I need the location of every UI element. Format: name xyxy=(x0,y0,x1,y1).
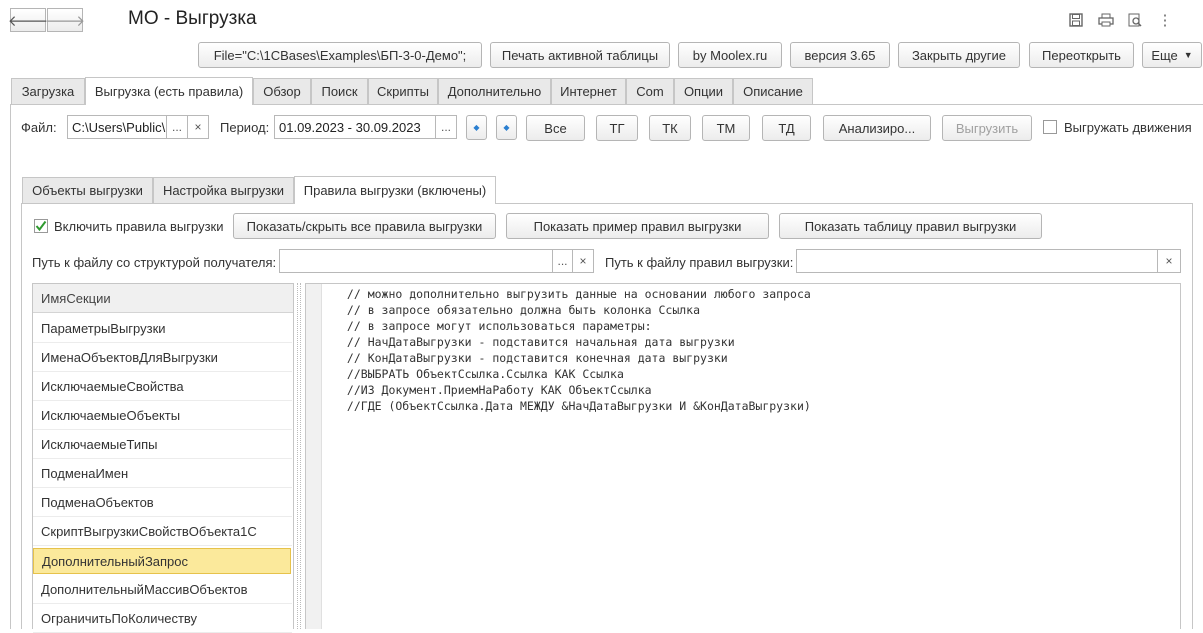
editor-gutter xyxy=(306,284,322,629)
save-icon[interactable] xyxy=(1065,10,1087,30)
analyze-button[interactable]: Анализиро... xyxy=(823,115,931,141)
show-hide-all-rules-button[interactable]: Показать/скрыть все правила выгрузки xyxy=(233,213,496,239)
subtab-objects[interactable]: Объекты выгрузки xyxy=(22,177,153,203)
file-clear-button[interactable]: × xyxy=(187,115,209,139)
close-others-button[interactable]: Закрыть другие xyxy=(898,42,1020,68)
period-select-button[interactable]: ... xyxy=(435,115,457,139)
list-item[interactable]: ИсключаемыеОбъекты xyxy=(33,402,292,430)
show-example-rules-button[interactable]: Показать пример правил выгрузки xyxy=(506,213,769,239)
export-movements-label: Выгружать движения xyxy=(1064,120,1192,135)
forward-button[interactable]: 🡒 xyxy=(44,8,86,32)
back-button[interactable]: 🡐 xyxy=(7,8,49,32)
period-next-button[interactable]: ◆ xyxy=(496,115,517,140)
tab-poisk[interactable]: Поиск xyxy=(311,78,368,104)
file-input[interactable]: C:\Users\Public\ xyxy=(67,115,167,139)
print-active-table-button[interactable]: Печать активной таблицы xyxy=(490,42,670,68)
splitter-handle[interactable] xyxy=(297,283,301,629)
rules-path-label: Путь к файлу правил выгрузки: xyxy=(605,255,794,270)
list-item[interactable]: ПодменаИмен xyxy=(33,460,292,488)
rules-path-input[interactable] xyxy=(796,249,1158,273)
receiver-path-input[interactable] xyxy=(279,249,553,273)
list-item[interactable]: ПодменаОбъектов xyxy=(33,489,292,517)
section-list-header[interactable]: ИмяСекции xyxy=(33,284,293,313)
file-select-button[interactable]: ... xyxy=(166,115,188,139)
file-path-button[interactable]: File="C:\1CBases\Examples\БП-3-0-Демо"; xyxy=(198,42,482,68)
dot-icon: ◆ xyxy=(503,123,510,132)
arrow-right-icon: 🡒 xyxy=(44,12,86,30)
subtab-rules[interactable]: Правила выгрузки (включены) xyxy=(294,176,496,204)
preview-icon[interactable] xyxy=(1124,10,1146,30)
enable-rules-checkbox[interactable] xyxy=(34,219,48,233)
print-icon[interactable] xyxy=(1095,10,1117,30)
more-label: Еще xyxy=(1151,47,1178,63)
enable-rules-label: Включить правила выгрузки xyxy=(54,219,224,234)
tab-com[interactable]: Com xyxy=(626,78,674,104)
period-input[interactable]: 01.09.2023 - 30.09.2023 xyxy=(274,115,436,139)
subtab-settings[interactable]: Настройка выгрузки xyxy=(153,177,294,203)
receiver-path-select-button[interactable]: ... xyxy=(552,249,573,273)
tab-opisanie[interactable]: Описание xyxy=(733,78,813,104)
by-moolex-button[interactable]: by Moolex.ru xyxy=(678,42,782,68)
list-item[interactable]: ПараметрыВыгрузки xyxy=(33,315,292,343)
all-button[interactable]: Все xyxy=(526,115,585,141)
tg-button[interactable]: ТГ xyxy=(596,115,638,141)
period-prev-button[interactable]: ◆ xyxy=(466,115,487,140)
list-item[interactable]: ИменаОбъектовДляВыгрузки xyxy=(33,344,292,372)
list-item[interactable]: СкриптВыгрузкиСвойствОбъекта1С xyxy=(33,518,292,546)
tm-button[interactable]: ТМ xyxy=(702,115,750,141)
page-title: МО - Выгрузка xyxy=(128,8,257,29)
code-text[interactable]: // можно дополнительно выгрузить данные … xyxy=(340,286,811,414)
tab-obzor[interactable]: Обзор xyxy=(253,78,311,104)
list-item[interactable]: ИсключаемыеТипы xyxy=(33,431,292,459)
tab-opcii[interactable]: Опции xyxy=(674,78,733,104)
version-button[interactable]: версия 3.65 xyxy=(790,42,890,68)
tab-dopolnitelno[interactable]: Дополнительно xyxy=(438,78,551,104)
dot-icon: ◆ xyxy=(473,123,480,132)
list-item[interactable]: ДополнительныйМассивОбъектов xyxy=(33,576,292,604)
export-button[interactable]: Выгрузить xyxy=(942,115,1032,141)
tab-vygruzka[interactable]: Выгрузка (есть правила) xyxy=(85,77,253,105)
tab-internet[interactable]: Интернет xyxy=(551,78,626,104)
list-item-selected[interactable]: ДополнительныйЗапрос xyxy=(33,548,291,574)
more-vertical-icon[interactable]: ⋮ xyxy=(1154,10,1176,30)
list-item[interactable]: ИсключаемыеСвойства xyxy=(33,373,292,401)
arrow-left-icon: 🡐 xyxy=(7,12,49,30)
receiver-path-clear-button[interactable]: × xyxy=(572,249,594,273)
period-label: Период: xyxy=(220,120,270,135)
tk-button[interactable]: ТК xyxy=(649,115,691,141)
more-button[interactable]: Еще ▼ xyxy=(1142,42,1202,68)
file-label: Файл: xyxy=(21,120,57,135)
triangle-down-icon: ▼ xyxy=(1183,50,1193,60)
reopen-button[interactable]: Переоткрыть xyxy=(1029,42,1134,68)
tab-zagruzka[interactable]: Загрузка xyxy=(11,78,85,104)
check-icon xyxy=(35,220,47,232)
export-movements-checkbox[interactable] xyxy=(1043,120,1057,134)
td-button[interactable]: ТД xyxy=(762,115,811,141)
tab-skripty[interactable]: Скрипты xyxy=(368,78,438,104)
rules-path-clear-button[interactable]: × xyxy=(1157,249,1181,273)
show-rules-table-button[interactable]: Показать таблицу правил выгрузки xyxy=(779,213,1042,239)
receiver-path-label: Путь к файлу со структурой получателя: xyxy=(32,255,277,270)
